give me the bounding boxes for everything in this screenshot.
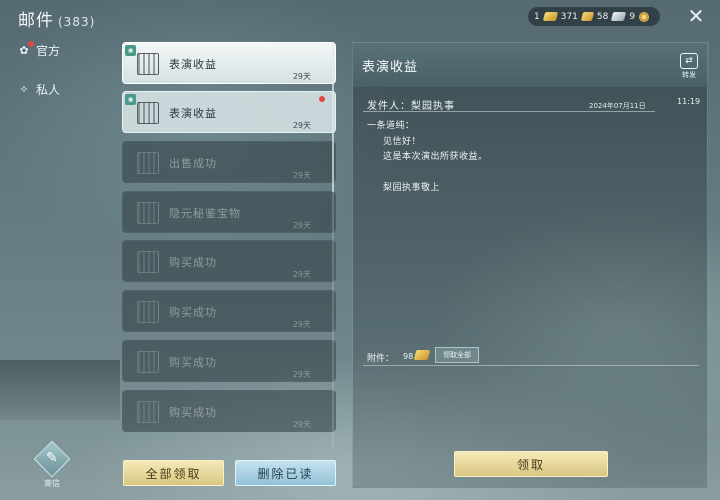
coin-icon bbox=[639, 11, 650, 22]
mail-subject: 出售成功 bbox=[169, 157, 217, 170]
sender-divider bbox=[363, 111, 655, 112]
mail-subject: 购买成功 bbox=[169, 256, 217, 269]
currency-bar: 1 371 58 9 bbox=[528, 7, 660, 26]
official-badge-icon: ❀ bbox=[125, 45, 136, 56]
mail-count: (383) bbox=[58, 15, 96, 29]
envelope-icon bbox=[137, 202, 159, 224]
sidebar-item-private[interactable]: ✧ 私人 bbox=[18, 81, 60, 98]
mail-list: ❀ 表演收益 29天 ❀ 表演收益 29天 出售成功 29天 隐元秘鉴宝物 29… bbox=[122, 42, 336, 446]
mail-subject: 隐元秘鉴宝物 bbox=[169, 207, 241, 220]
mail-days: 29天 bbox=[292, 171, 311, 180]
top-bar: 邮件 (383) 1 371 58 9 ✕ bbox=[0, 0, 720, 32]
attachment-divider bbox=[363, 365, 699, 366]
envelope-icon bbox=[137, 351, 159, 373]
mail-days: 29天 bbox=[292, 270, 311, 279]
mail-date: 2024年07月11日 bbox=[589, 102, 646, 110]
mail-item[interactable]: ❀ 表演收益 29天 bbox=[122, 91, 336, 133]
write-mail-button[interactable]: ✎ 寄信 bbox=[32, 440, 72, 492]
close-icon: ✕ bbox=[687, 4, 705, 28]
gold-bar-icon bbox=[542, 12, 558, 21]
claim-all-button[interactable]: 全部领取 bbox=[123, 460, 224, 486]
mail-days: 29天 bbox=[292, 121, 311, 130]
envelope-icon bbox=[137, 53, 159, 75]
background-mist bbox=[0, 360, 120, 420]
mail-item[interactable]: ❀ 表演收益 29天 bbox=[122, 42, 336, 84]
attachment-quantity: 98 bbox=[403, 352, 414, 361]
mail-item[interactable]: 购买成功 29天 bbox=[122, 290, 336, 332]
mail-detail-header: 表演收益 ⇄ 转发 bbox=[353, 43, 709, 87]
mail-signature: 梨园执事敬上 bbox=[383, 183, 441, 193]
attachment-label: 附件： bbox=[367, 354, 395, 364]
mail-detail-title: 表演收益 bbox=[362, 60, 419, 75]
mail-list-scrollbar[interactable] bbox=[332, 42, 334, 446]
close-button[interactable]: ✕ bbox=[686, 4, 706, 28]
official-badge-icon: ❀ bbox=[125, 94, 136, 105]
envelope-icon bbox=[137, 301, 159, 323]
mail-body-line: 见信好！ bbox=[383, 137, 422, 147]
mail-sender: 发件人：梨园执事 bbox=[367, 101, 455, 112]
pen-icon: ✎ bbox=[46, 450, 58, 466]
mail-detail-panel: 表演收益 ⇄ 转发 发件人：梨园执事 2024年07月11日 11:19 一条道… bbox=[352, 42, 709, 488]
ingot-count: 371 bbox=[560, 11, 578, 22]
claim-attachment-all-button[interactable]: 领取全部 bbox=[435, 347, 479, 363]
gold-ingot-icon[interactable] bbox=[413, 350, 431, 360]
silver-count: 58 bbox=[596, 11, 609, 22]
coin-count: 9 bbox=[629, 11, 636, 22]
scrollbar-thumb[interactable] bbox=[332, 42, 334, 192]
page-title: 邮件 (383) bbox=[18, 6, 95, 31]
mail-days: 29天 bbox=[292, 420, 311, 429]
mail-subject: 购买成功 bbox=[169, 406, 217, 419]
sidebar-item-label: 私人 bbox=[36, 83, 61, 97]
envelope-icon bbox=[137, 401, 159, 423]
mail-subject: 表演收益 bbox=[169, 58, 217, 71]
forward-label: 转发 bbox=[682, 71, 696, 79]
delete-read-button[interactable]: 删除已读 bbox=[235, 460, 336, 486]
sidebar-item-label: 官方 bbox=[36, 44, 61, 58]
envelope-icon bbox=[137, 152, 159, 174]
mail-body-line: 这是本次演出所获收益。 bbox=[383, 152, 488, 162]
gold-ingot-icon bbox=[580, 12, 595, 21]
write-mail-label: 寄信 bbox=[44, 479, 60, 488]
sidebar-item-official[interactable]: ✿ 官方 bbox=[18, 42, 60, 59]
unread-dot bbox=[319, 96, 325, 102]
silver-ingot-icon bbox=[611, 12, 627, 21]
page-title-text: 邮件 bbox=[18, 11, 54, 31]
gold-count: 1 bbox=[534, 11, 540, 22]
mail-time: 11:19 bbox=[677, 97, 701, 106]
mail-item[interactable]: 购买成功 29天 bbox=[122, 390, 336, 432]
mail-days: 29天 bbox=[292, 72, 311, 81]
forward-button[interactable]: ⇄ 转发 bbox=[679, 53, 699, 79]
mail-days: 29天 bbox=[292, 370, 311, 379]
envelope-icon bbox=[137, 102, 159, 124]
mail-item[interactable]: 购买成功 29天 bbox=[122, 340, 336, 382]
mail-greeting: 一条道纯： bbox=[367, 121, 415, 131]
mail-subject: 购买成功 bbox=[169, 356, 217, 369]
forward-icon: ⇄ bbox=[680, 53, 698, 69]
unread-dot bbox=[28, 41, 34, 47]
mail-item[interactable]: 出售成功 29天 bbox=[122, 141, 336, 183]
mail-days: 29天 bbox=[292, 320, 311, 329]
mail-subject: 表演收益 bbox=[169, 107, 217, 120]
mail-subject: 购买成功 bbox=[169, 306, 217, 319]
mail-days: 29天 bbox=[292, 221, 311, 230]
envelope-icon bbox=[137, 251, 159, 273]
diamond-icon: ✧ bbox=[19, 83, 29, 96]
mail-item[interactable]: 隐元秘鉴宝物 29天 bbox=[122, 191, 336, 233]
claim-button[interactable]: 领取 bbox=[454, 451, 608, 477]
mail-item[interactable]: 购买成功 29天 bbox=[122, 240, 336, 282]
